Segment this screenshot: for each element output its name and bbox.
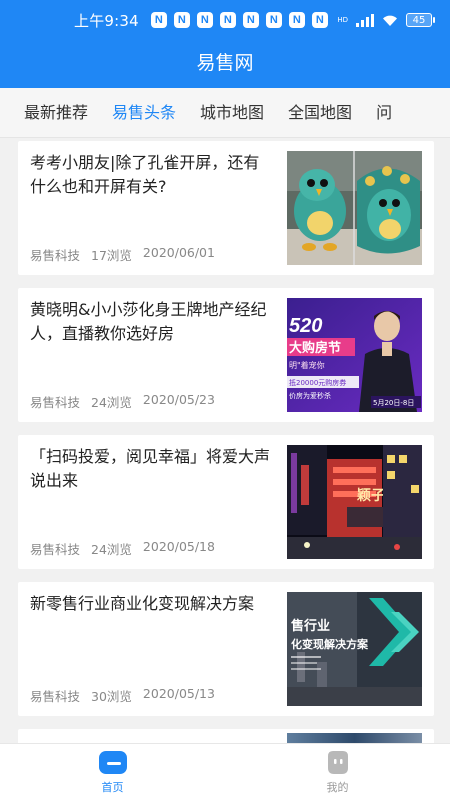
tab-label: 城市地图 [200,102,265,122]
article-card[interactable]: 「扫码投爱，阅见幸福」将爱大声说出来 易售科技 24浏览 2020/05/18 … [18,435,434,569]
notification-n-icon: N [265,12,282,28]
article-meta: 易售科技 24浏览 2020/05/23 [30,392,215,411]
article-card[interactable]: 新零售行业商业化变现解决方案 易售科技 30浏览 2020/05/13 售行业 … [18,582,434,716]
article-views: 17浏览 [91,248,132,263]
new-retail-solution-banner: 售行业 化变现解决方案 [287,592,422,706]
tab-label: 易售头条 [112,102,177,122]
tab-label: 问 [376,102,393,122]
notification-n-icon: N [311,12,328,28]
night-city-street-image: 颖子 [287,445,422,559]
notification-n-icon: N [196,12,213,28]
notification-n-icon: N [150,12,167,28]
banner-line4: 价房为爱秒杀 [289,391,331,400]
article-meta: 易售科技 24浏览 2020/05/18 [30,539,215,558]
article-views: 24浏览 [91,395,132,410]
tab-latest[interactable]: 最新推荐 [0,88,89,137]
notification-n-icon: N [173,12,190,28]
notification-n-icon: N [242,12,259,28]
tab-headlines[interactable]: 易售头条 [88,88,177,137]
article-card[interactable]: 黄晓明&小小莎化身王牌地产经纪人，直播教你选好房 易售科技 24浏览 2020/… [18,288,434,422]
wifi-icon [382,14,398,27]
notification-n-icon: N [288,12,305,28]
status-bar: 上午9:34 NNNNNNNN HD 45 [0,0,450,40]
article-meta: 易售科技 17浏览 2020/06/01 [30,245,215,264]
article-title: 「扫码投爱，阅见幸福」将爱大声说出来 [30,447,271,490]
article-views: 30浏览 [91,689,132,704]
article-title: 黄晓明&小小莎化身王牌地产经纪人，直播教你选好房 [30,300,267,343]
article-date: 2020/05/23 [142,392,215,407]
article-card[interactable]: 考考小朋友|除了孔雀开屏，还有什么也和开屏有关? 易售科技 17浏览 2020/… [18,141,434,275]
notification-icons: NNNNNNNN [150,12,328,28]
profile-icon [323,750,353,776]
street-sign: 颖子 [357,487,385,504]
article-date: 2020/06/01 [142,245,215,260]
nav-profile[interactable]: 我的 [225,744,450,800]
article-source: 易售科技 [30,395,81,410]
banner-520: 520 [289,315,322,337]
nav-profile-label: 我的 [326,780,349,794]
battery-level: 45 [412,14,426,26]
article-views: 24浏览 [91,542,132,557]
banner-line2: 明"着宠你 [289,360,325,370]
nav-home[interactable]: 首页 [0,744,225,800]
tab-label: 最新推荐 [24,102,89,122]
signal-icon [356,13,374,27]
banner-festival: 大购房节 [289,340,341,356]
category-tabs: 最新推荐 易售头条 城市地图 全国地图 问 [0,88,450,138]
status-time: 上午9:34 [74,11,139,30]
banner-line1: 售行业 [291,618,330,634]
tab-label: 全国地图 [288,102,353,122]
article-source: 易售科技 [30,248,81,263]
hd-indicator: HD [337,15,348,24]
tab-questions[interactable]: 问 [352,88,393,137]
bottom-nav: 首页 我的 [0,743,450,800]
article-feed: 考考小朋友|除了孔雀开屏，还有什么也和开屏有关? 易售科技 17浏览 2020/… [18,141,434,762]
banner-line3: 抵20000元购房券 [289,378,346,387]
article-source: 易售科技 [30,689,81,704]
banner-line2: 化变现解决方案 [291,637,369,651]
nav-home-label: 首页 [101,780,124,794]
article-title: 考考小朋友|除了孔雀开屏，还有什么也和开屏有关? [30,153,260,196]
article-title: 新零售行业商业化变现解决方案 [30,594,255,613]
banner-date: 5月20日-8日 [373,399,414,407]
tab-national-map[interactable]: 全国地图 [264,88,353,137]
520-shopping-festival-banner: 520 大购房节 明"着宠你 抵20000元购房券 价房为爱秒杀 5月20日-8… [287,298,422,412]
article-date: 2020/05/13 [142,686,215,701]
peacock-plush-image [287,151,422,265]
app-header: 上午9:34 NNNNNNNN HD 45 易售网 [0,0,450,88]
battery-icon: 45 [406,13,435,27]
tab-city-map[interactable]: 城市地图 [176,88,265,137]
article-meta: 易售科技 30浏览 2020/05/13 [30,686,215,705]
home-icon [98,750,128,776]
article-date: 2020/05/18 [142,539,215,554]
app-title: 易售网 [196,52,254,74]
notification-n-icon: N [219,12,236,28]
article-source: 易售科技 [30,542,81,557]
